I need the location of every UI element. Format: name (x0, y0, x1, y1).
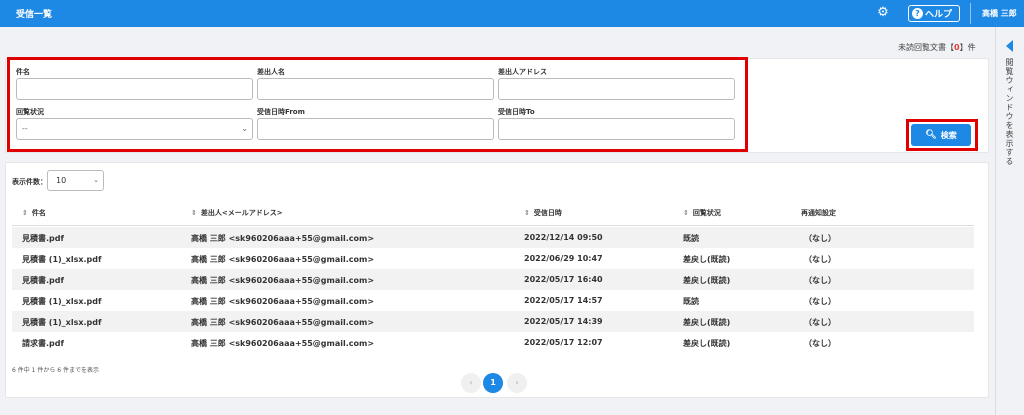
gear-icon[interactable]: ⚙ (876, 6, 890, 20)
user-name[interactable]: 高橋 三郎 (982, 8, 1017, 19)
unread-suffix: 】件 (959, 43, 976, 52)
column-header-status[interactable]: ⇕ 回覧状況 (683, 208, 721, 218)
sender-address-input[interactable] (498, 78, 735, 100)
results-summary: 6 件中 1 件から 6 件までを表示 (12, 367, 99, 374)
column-header-sender[interactable]: ⇕ 差出人<メールアドレス> (191, 208, 283, 218)
date-from-label: 受信日時From (257, 108, 305, 116)
next-page-button[interactable]: › (507, 373, 527, 393)
unread-prefix: 未読回覧文書【 (898, 43, 954, 52)
row-status: 差戻し(既読) (683, 255, 731, 264)
row-received: 2022/06/29 10:47 (524, 254, 603, 263)
row-renotify: （なし） (804, 255, 836, 264)
subject-input[interactable] (16, 78, 253, 100)
search-button[interactable]: 🔍︎ 検索 (911, 124, 971, 146)
row-renotify: （なし） (804, 318, 836, 327)
row-subject[interactable]: 見積書 (1)_xlsx.pdf (22, 296, 101, 307)
prev-page-button[interactable]: ‹ (461, 373, 481, 393)
expand-arrow-icon[interactable] (1006, 40, 1013, 52)
search-button-label: 検索 (940, 130, 957, 140)
row-subject[interactable]: 請求書.pdf (22, 338, 64, 349)
column-received-label: 受信日時 (533, 209, 562, 217)
row-subject[interactable]: 見積書.pdf (22, 275, 64, 286)
page-title: 受信一覧 (16, 10, 53, 20)
sort-icon: ⇕ (191, 209, 197, 217)
sort-icon: ⇕ (524, 209, 530, 217)
per-page-value: 10 (56, 176, 67, 185)
date-to-input[interactable] (498, 118, 735, 140)
help-button[interactable]: ? ヘルプ (908, 5, 960, 22)
header-divider (970, 3, 971, 24)
row-status: 差戻し(既読) (683, 318, 731, 327)
top-bar: 受信一覧 ⚙ ? ヘルプ 高橋 三郎 (0, 0, 1024, 27)
column-header-renotify: 再通知設定 (801, 208, 836, 218)
question-icon: ? (912, 8, 923, 19)
table-row[interactable]: 見積書.pdf 高橋 三郎 <sk960206aaa+55@gmail.com>… (12, 227, 974, 248)
row-sender: 高橋 三郎 <sk960206aaa+55@gmail.com> (191, 276, 375, 285)
table-row[interactable]: 見積書 (1)_xlsx.pdf 高橋 三郎 <sk960206aaa+55@g… (12, 311, 974, 332)
search-icon: 🔍︎ (925, 130, 937, 140)
row-renotify: （なし） (804, 276, 836, 285)
table-row[interactable]: 見積書.pdf 高橋 三郎 <sk960206aaa+55@gmail.com>… (12, 269, 974, 290)
date-to-label: 受信日時To (498, 108, 535, 116)
row-sender: 高橋 三郎 <sk960206aaa+55@gmail.com> (191, 255, 375, 264)
row-status: 既読 (683, 297, 699, 306)
sender-name-label: 差出人名 (257, 68, 285, 76)
row-received: 2022/05/17 16:40 (524, 275, 603, 284)
sender-name-input[interactable] (257, 78, 494, 100)
column-renotify-label: 再通知設定 (801, 209, 836, 217)
row-status: 差戻し(既読) (683, 339, 731, 348)
sender-address-label: 差出人アドレス (498, 68, 547, 76)
row-sender: 高橋 三郎 <sk960206aaa+55@gmail.com> (191, 318, 375, 327)
row-received: 2022/05/17 14:57 (524, 296, 603, 305)
column-header-subject[interactable]: ⇕ 件名 (22, 208, 46, 218)
per-page-label: 表示件数： (12, 178, 47, 186)
row-received: 2022/12/14 09:50 (524, 233, 603, 242)
per-page-select[interactable]: 10 ⌄ (47, 170, 104, 191)
column-sender-label: 差出人<メールアドレス> (200, 209, 283, 217)
sort-icon: ⇕ (683, 209, 689, 217)
row-renotify: （なし） (804, 339, 836, 348)
row-status: 既読 (683, 234, 699, 243)
status-select[interactable]: -- ⌄ (16, 118, 253, 140)
row-subject[interactable]: 見積書.pdf (22, 233, 64, 244)
column-status-label: 回覧状況 (692, 209, 721, 217)
row-renotify: （なし） (804, 234, 836, 243)
table-row[interactable]: 見積書 (1)_xlsx.pdf 高橋 三郎 <sk960206aaa+55@g… (12, 248, 974, 269)
row-sender: 高橋 三郎 <sk960206aaa+55@gmail.com> (191, 297, 375, 306)
table-row[interactable]: 見積書 (1)_xlsx.pdf 高橋 三郎 <sk960206aaa+55@g… (12, 290, 974, 311)
row-received: 2022/05/17 12:07 (524, 338, 603, 347)
row-status: 差戻し(既読) (683, 276, 731, 285)
help-label: ヘルプ (925, 10, 953, 20)
column-subject-label: 件名 (31, 209, 46, 217)
status-label: 回覧状況 (16, 108, 44, 116)
row-subject[interactable]: 見積書 (1)_xlsx.pdf (22, 254, 101, 265)
status-select-value: -- (22, 124, 28, 133)
unread-count-text: 未読回覧文書【0】件 (898, 42, 976, 53)
table-row[interactable]: 請求書.pdf 高橋 三郎 <sk960206aaa+55@gmail.com>… (12, 332, 974, 353)
header-divider (12, 225, 974, 226)
row-sender: 高橋 三郎 <sk960206aaa+55@gmail.com> (191, 339, 375, 348)
row-received: 2022/05/17 14:39 (524, 317, 603, 326)
chevron-down-icon: ⌄ (93, 176, 99, 184)
row-sender: 高橋 三郎 <sk960206aaa+55@gmail.com> (191, 234, 375, 243)
row-subject[interactable]: 見積書 (1)_xlsx.pdf (22, 317, 101, 328)
page-button-current[interactable]: 1 (483, 373, 503, 393)
chevron-down-icon: ⌄ (241, 124, 248, 133)
sort-icon: ⇕ (22, 209, 28, 217)
row-renotify: （なし） (804, 297, 836, 306)
date-from-input[interactable] (257, 118, 494, 140)
column-header-received[interactable]: ⇕ 受信日時 (524, 208, 562, 218)
subject-label: 件名 (16, 68, 30, 76)
show-preview-window-label[interactable]: 閲覧ウィンドウを表示する (1003, 58, 1015, 166)
